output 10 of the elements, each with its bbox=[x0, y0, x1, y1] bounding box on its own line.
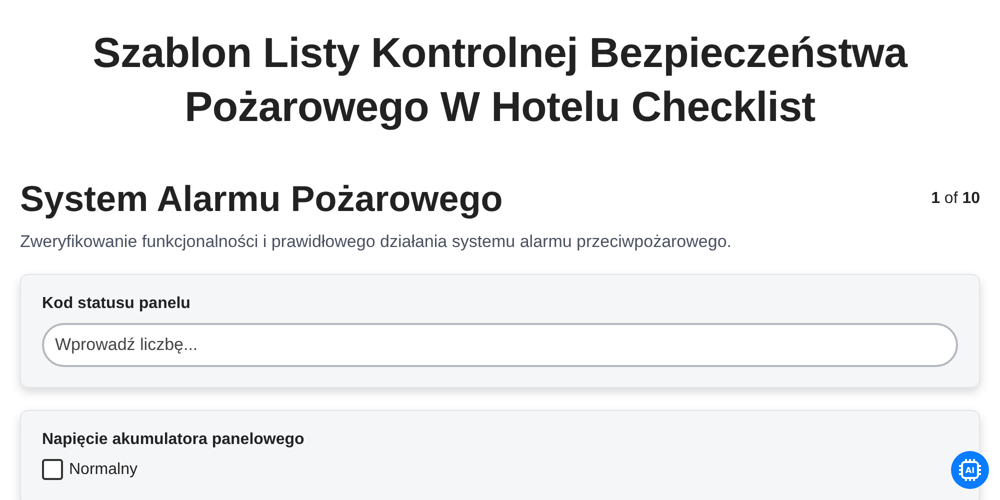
checkbox[interactable] bbox=[42, 459, 63, 480]
question-label: Kod statusu panelu bbox=[42, 295, 192, 313]
section-description: Zweryfikowanie funkcjonalności i prawidłowego działania systemu alarmu przeciwpożarowego. bbox=[20, 232, 733, 252]
page-title: Szablon Listy Kontrolnej Bezpieczeństwa Pożarowego W Hotelu Checklist bbox=[92, 28, 909, 132]
page-counter: 1 of 10 bbox=[931, 190, 980, 208]
option-label: Normalny bbox=[69, 460, 138, 478]
number-input-field[interactable]: Wprowadź liczbę... bbox=[42, 323, 958, 367]
question-label: Napięcie akumulatora panelowego bbox=[42, 431, 306, 449]
chip-icon bbox=[958, 458, 982, 482]
section-heading: System Alarmu Pożarowego bbox=[20, 178, 503, 220]
